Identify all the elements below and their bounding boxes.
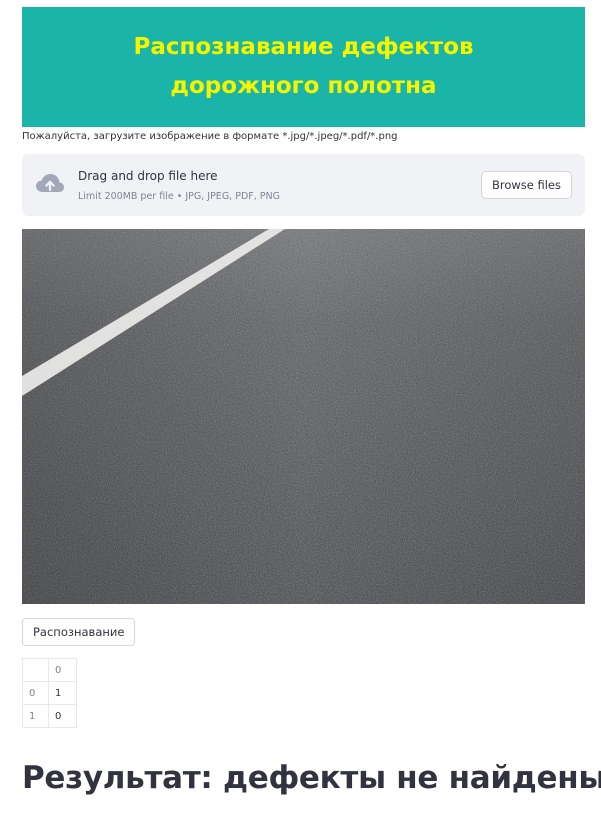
table-row: 0 1: [22, 681, 77, 705]
dataframe-corner-cell: [22, 658, 49, 682]
row-index: 1: [22, 704, 49, 728]
uploaded-road-image: [22, 229, 585, 604]
page-title: Распознавание дефектов дорожного полотна: [133, 34, 474, 99]
browse-files-button[interactable]: Browse files: [480, 171, 572, 199]
dropzone-limit: Limit 200MB per file • JPG, JPEG, PDF, P…: [78, 191, 280, 202]
table-row: 1 0: [22, 704, 77, 728]
result-dataframe: 0 0 1 1 0: [22, 658, 77, 728]
dropzone-title: Drag and drop file here: [78, 169, 218, 183]
table-cell: 1: [48, 681, 77, 705]
dataframe-header-row: 0: [22, 658, 77, 682]
recognize-button[interactable]: Распознавание: [22, 618, 136, 646]
row-index: 0: [22, 681, 49, 705]
result-heading: Результат: дефекты не найдены!: [22, 760, 601, 796]
dataframe-column-header: 0: [48, 658, 77, 682]
file-dropzone[interactable]: Drag and drop file here Limit 200MB per …: [22, 154, 585, 216]
upload-hint: Пожалуйста, загрузите изображение в форм…: [22, 131, 398, 142]
cloud-upload-icon: [36, 174, 64, 192]
table-cell: 0: [48, 704, 77, 728]
title-banner: Распознавание дефектов дорожного полотна: [22, 7, 585, 127]
